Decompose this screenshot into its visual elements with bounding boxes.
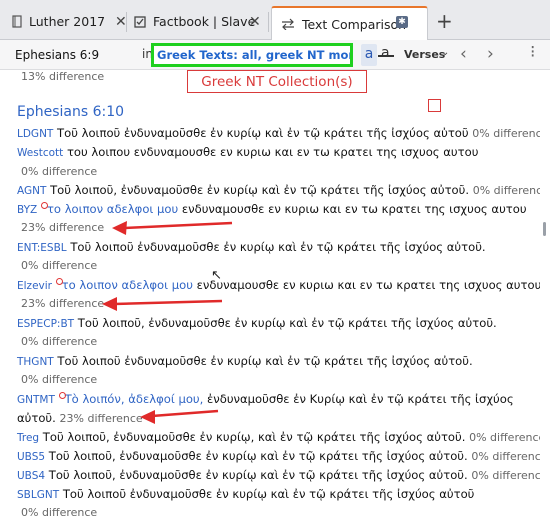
scrollbar-thumb[interactable] — [543, 222, 546, 236]
arrow-icon — [113, 299, 223, 306]
mouse-cursor-icon: ↖ — [211, 268, 222, 283]
arrow-icon — [102, 297, 117, 311]
arrow-icon — [140, 410, 155, 424]
arrow-icon — [123, 221, 233, 230]
arrow-icon — [151, 409, 219, 418]
annotation-arrows — [102, 221, 233, 424]
arrow-icon — [112, 221, 127, 235]
